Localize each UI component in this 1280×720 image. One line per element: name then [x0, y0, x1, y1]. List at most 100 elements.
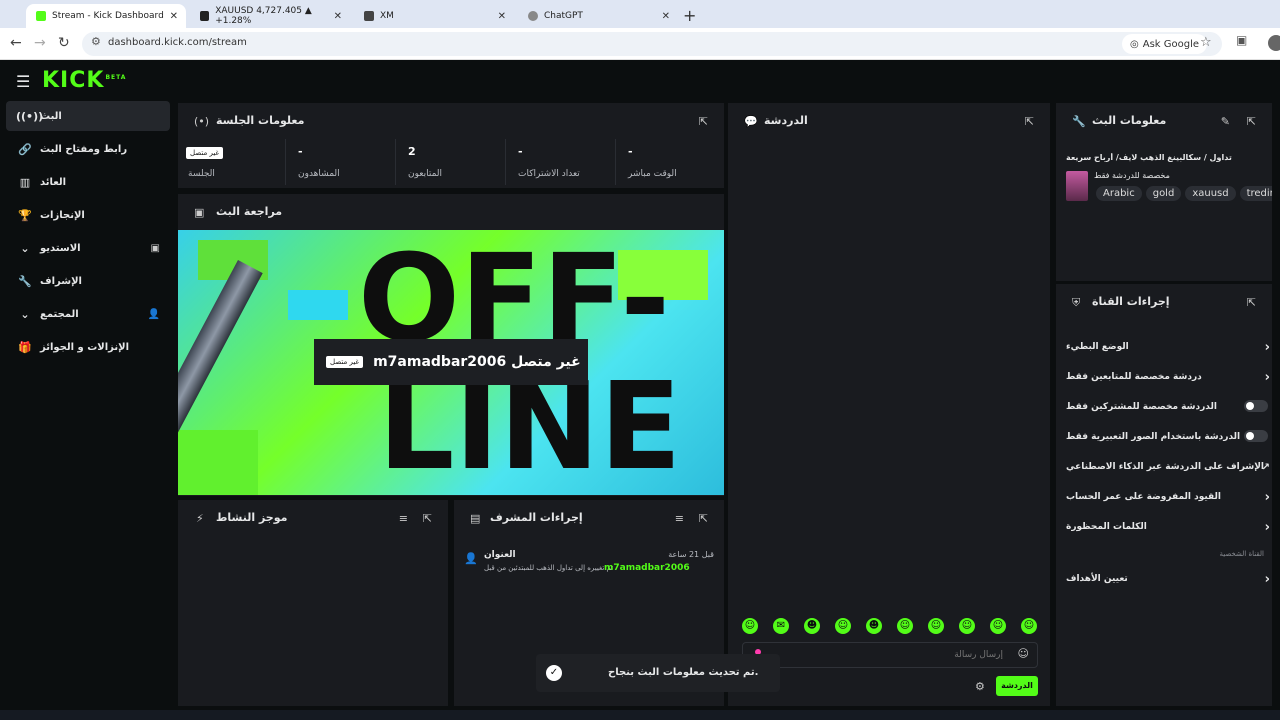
profile-avatar[interactable]: [1268, 35, 1280, 51]
close-icon[interactable]: ✕: [498, 11, 506, 22]
stat-session: غير متصل الجلسة: [178, 139, 286, 185]
sidebar-item-label: البث: [40, 110, 62, 122]
chat-settings-icon[interactable]: ⚙: [975, 680, 985, 693]
sidebar-item-achievements[interactable]: 🏆 الإنجازات: [6, 200, 170, 230]
emote-icon[interactable]: ☺: [928, 618, 944, 634]
popout-icon[interactable]: ⇱: [699, 512, 708, 525]
sidebar-item-label: الاستديو: [40, 242, 81, 254]
sidebar-item-drops[interactable]: 🎁 الإنزالات و الجوائز: [6, 332, 170, 362]
sidebar-item-stream[interactable]: ((•)) البث: [6, 101, 170, 131]
emote-icon[interactable]: ☺: [897, 618, 913, 634]
site-info-icon[interactable]: ⚙: [91, 35, 101, 48]
tags-row: Arabicgoldxauusdtreding: [1092, 185, 1272, 201]
close-icon[interactable]: ✕: [334, 11, 342, 22]
filter-icon[interactable]: ≡: [399, 512, 408, 525]
sidebar-item-studio[interactable]: ⌄ الاستديو ▣: [6, 233, 170, 263]
ask-google-button[interactable]: ◎ Ask Google: [1122, 34, 1208, 54]
url-text: dashboard.kick.com/stream: [108, 37, 247, 48]
tab-title: XM: [380, 11, 394, 21]
stream-info-panel: 🔧 معلومات البث ✎ ⇱ تداول / سكالبينغ الذه…: [1056, 103, 1272, 281]
action-banned-words[interactable]: الكلمات المحظورة ›: [1066, 520, 1270, 542]
tab-xm[interactable]: XM ✕: [354, 4, 514, 28]
chart-icon: ▥: [19, 175, 31, 189]
edit-icon[interactable]: ✎: [1221, 115, 1230, 128]
emote-icon[interactable]: ✉: [773, 618, 789, 634]
forward-icon[interactable]: →: [34, 35, 46, 51]
stat-label: المتابعون: [408, 169, 443, 179]
emote-icon[interactable]: ☻: [866, 618, 882, 634]
tag-chip[interactable]: gold: [1145, 186, 1182, 201]
tag-chip[interactable]: xauusd: [1185, 186, 1236, 201]
action-set-goals[interactable]: تعيين الأهداف ›: [1066, 572, 1270, 594]
chat-input[interactable]: ☺: [742, 642, 1038, 668]
stat-label: الجلسة: [188, 169, 215, 179]
kick-favicon-icon: [36, 11, 46, 21]
action-subscribers-only[interactable]: الدردشة مخصصة للمشتركين فقط: [1066, 400, 1268, 422]
chevron-down-icon: ⌄: [20, 307, 30, 321]
sidebar-item-stream-key[interactable]: 🔗 رابط ومفتاح البث: [6, 134, 170, 164]
emote-icon[interactable]: ☺: [990, 618, 1006, 634]
sidebar-item-community[interactable]: ⌄ المجتمع 👤: [6, 299, 170, 329]
chat-message-input[interactable]: [783, 646, 1003, 664]
emoji-icon[interactable]: ☺: [1018, 647, 1029, 660]
stat-live-time: - الوقت مباشر: [618, 139, 726, 185]
trophy-icon: 🏆: [18, 208, 32, 222]
popout-icon[interactable]: ⇱: [1025, 115, 1034, 128]
bookmark-star-icon[interactable]: ☆: [1200, 35, 1212, 50]
sidebar-item-label: الإنزالات و الجوائز: [40, 341, 130, 353]
close-icon[interactable]: ✕: [662, 11, 670, 22]
subscribers-only-toggle[interactable]: [1244, 400, 1268, 412]
sidebar-item-moderation[interactable]: 🔧 الإشراف: [6, 266, 170, 296]
tag-chip[interactable]: treding: [1239, 186, 1272, 201]
sidebar-item-label: المجتمع: [40, 308, 79, 320]
check-icon: ✓: [546, 665, 562, 681]
kick-logo[interactable]: KICKBETA: [42, 68, 126, 93]
tab-kick-dashboard[interactable]: Stream - Kick Dashboard ✕: [26, 4, 186, 28]
log-icon: ▤: [470, 512, 481, 525]
sidebar-item-label: الإشراف: [40, 275, 82, 287]
extensions-icon[interactable]: ▣: [1236, 33, 1247, 47]
emote-icon[interactable]: ☺: [1021, 618, 1037, 634]
panel-title: معلومات البث: [1092, 114, 1167, 127]
tag-chip[interactable]: Arabic: [1096, 186, 1142, 201]
popout-icon[interactable]: ⇱: [1247, 296, 1256, 309]
stat-value: -: [298, 145, 303, 158]
sidebar-item-revenue[interactable]: ▥ العائد: [6, 167, 170, 197]
xm-favicon-icon: [364, 11, 374, 21]
offline-status-label: غير متصل m7amadbar2006 غير متصل: [314, 339, 588, 385]
back-icon[interactable]: ←: [10, 35, 22, 51]
new-tab-icon[interactable]: +: [683, 6, 696, 25]
stream-title-text: تداول / سكالبينغ الذهب لايف/ أرباح سريعة: [1066, 153, 1232, 162]
address-bar[interactable]: ⚙ dashboard.kick.com/stream ◎ Ask Google…: [82, 32, 1222, 56]
mod-entry-user[interactable]: m7amadbar2006: [604, 563, 690, 573]
panel-title: إجراءات القناة: [1092, 295, 1170, 308]
action-emotes-only[interactable]: الدردشة باستخدام الصور التعبيرية فقط: [1066, 430, 1268, 452]
sidebar-item-label: رابط ومفتاح البث: [40, 143, 128, 155]
close-icon[interactable]: ✕: [170, 11, 178, 22]
chat-send-button[interactable]: الدردشة: [996, 676, 1038, 696]
emotes-only-toggle[interactable]: [1244, 430, 1268, 442]
emote-icon[interactable]: ☺: [742, 618, 758, 634]
tab-chatgpt[interactable]: ChatGPT ✕: [518, 4, 678, 28]
emote-icon[interactable]: ☺: [959, 618, 975, 634]
tab-xauusd[interactable]: XAUUSD 4,727.405 ▲ +1.28% ✕: [190, 4, 350, 28]
action-slow-mode[interactable]: الوضع البطيء ›: [1066, 340, 1270, 362]
popout-icon[interactable]: ⇱: [699, 115, 708, 128]
emote-icon[interactable]: ☻: [804, 618, 820, 634]
action-followers-only[interactable]: دردشة مخصصة للمتابعين فقط ›: [1066, 370, 1270, 392]
channel-actions-panel: ⛨ إجراءات القناة ⇱ الوضع البطيء › دردشة …: [1056, 284, 1272, 706]
action-ai-moderation[interactable]: الإشراف على الدردشة عبر الذكاء الاصطناعي…: [1066, 462, 1270, 482]
wrench-icon: 🔧: [1072, 115, 1086, 128]
emote-icon[interactable]: ☺: [835, 618, 851, 634]
mod-entry-time: قبل 21 ساعة: [668, 550, 714, 559]
action-account-age[interactable]: القيود المفروضة على عمر الحساب ›: [1066, 490, 1270, 512]
popout-icon[interactable]: ⇱: [423, 512, 432, 525]
chevron-right-icon: ›: [1264, 370, 1270, 385]
reload-icon[interactable]: ↻: [58, 35, 70, 51]
add-user-icon: 👤: [147, 308, 160, 320]
external-link-icon: ↗: [1261, 462, 1270, 473]
popout-icon[interactable]: ⇱: [1247, 115, 1256, 128]
stat-label: تعداد الاشتراكات: [518, 169, 580, 179]
filter-icon[interactable]: ≡: [675, 512, 684, 525]
menu-icon[interactable]: ☰: [16, 72, 30, 91]
